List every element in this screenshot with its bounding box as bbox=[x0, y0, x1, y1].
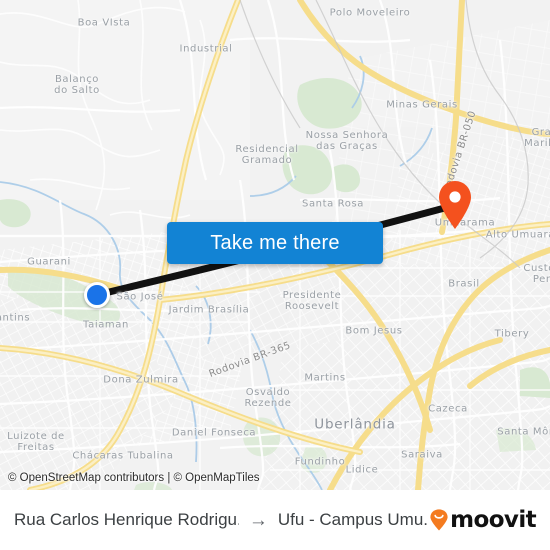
arrow-right-icon: → bbox=[248, 509, 268, 531]
destination-name: Ufu - Campus Umu... bbox=[277, 510, 430, 529]
map-view[interactable]: Boa VIsta Industrial Balanço do Salto Polo … bbox=[0, 0, 550, 490]
moovit-map-screen: Boa VIsta Industrial Balanço do Salto Polo … bbox=[0, 0, 550, 550]
trip-summary-bar: Rua Carlos Henrique Rodrigu... → Ufu - C… bbox=[0, 490, 550, 550]
destination-pin-marker[interactable] bbox=[435, 180, 475, 230]
moovit-logo[interactable]: moovit bbox=[429, 506, 550, 533]
trip-endpoints[interactable]: Rua Carlos Henrique Rodrigu... → Ufu - C… bbox=[0, 510, 429, 530]
origin-name: Rua Carlos Henrique Rodrigu... bbox=[14, 510, 239, 529]
moovit-pin-icon bbox=[429, 509, 449, 531]
moovit-wordmark: moovit bbox=[450, 506, 536, 533]
origin-dot-marker[interactable] bbox=[84, 282, 110, 308]
take-me-there-button[interactable]: Take me there bbox=[167, 222, 383, 264]
map-attribution: © OpenStreetMap contributors | © OpenMap… bbox=[8, 472, 260, 484]
